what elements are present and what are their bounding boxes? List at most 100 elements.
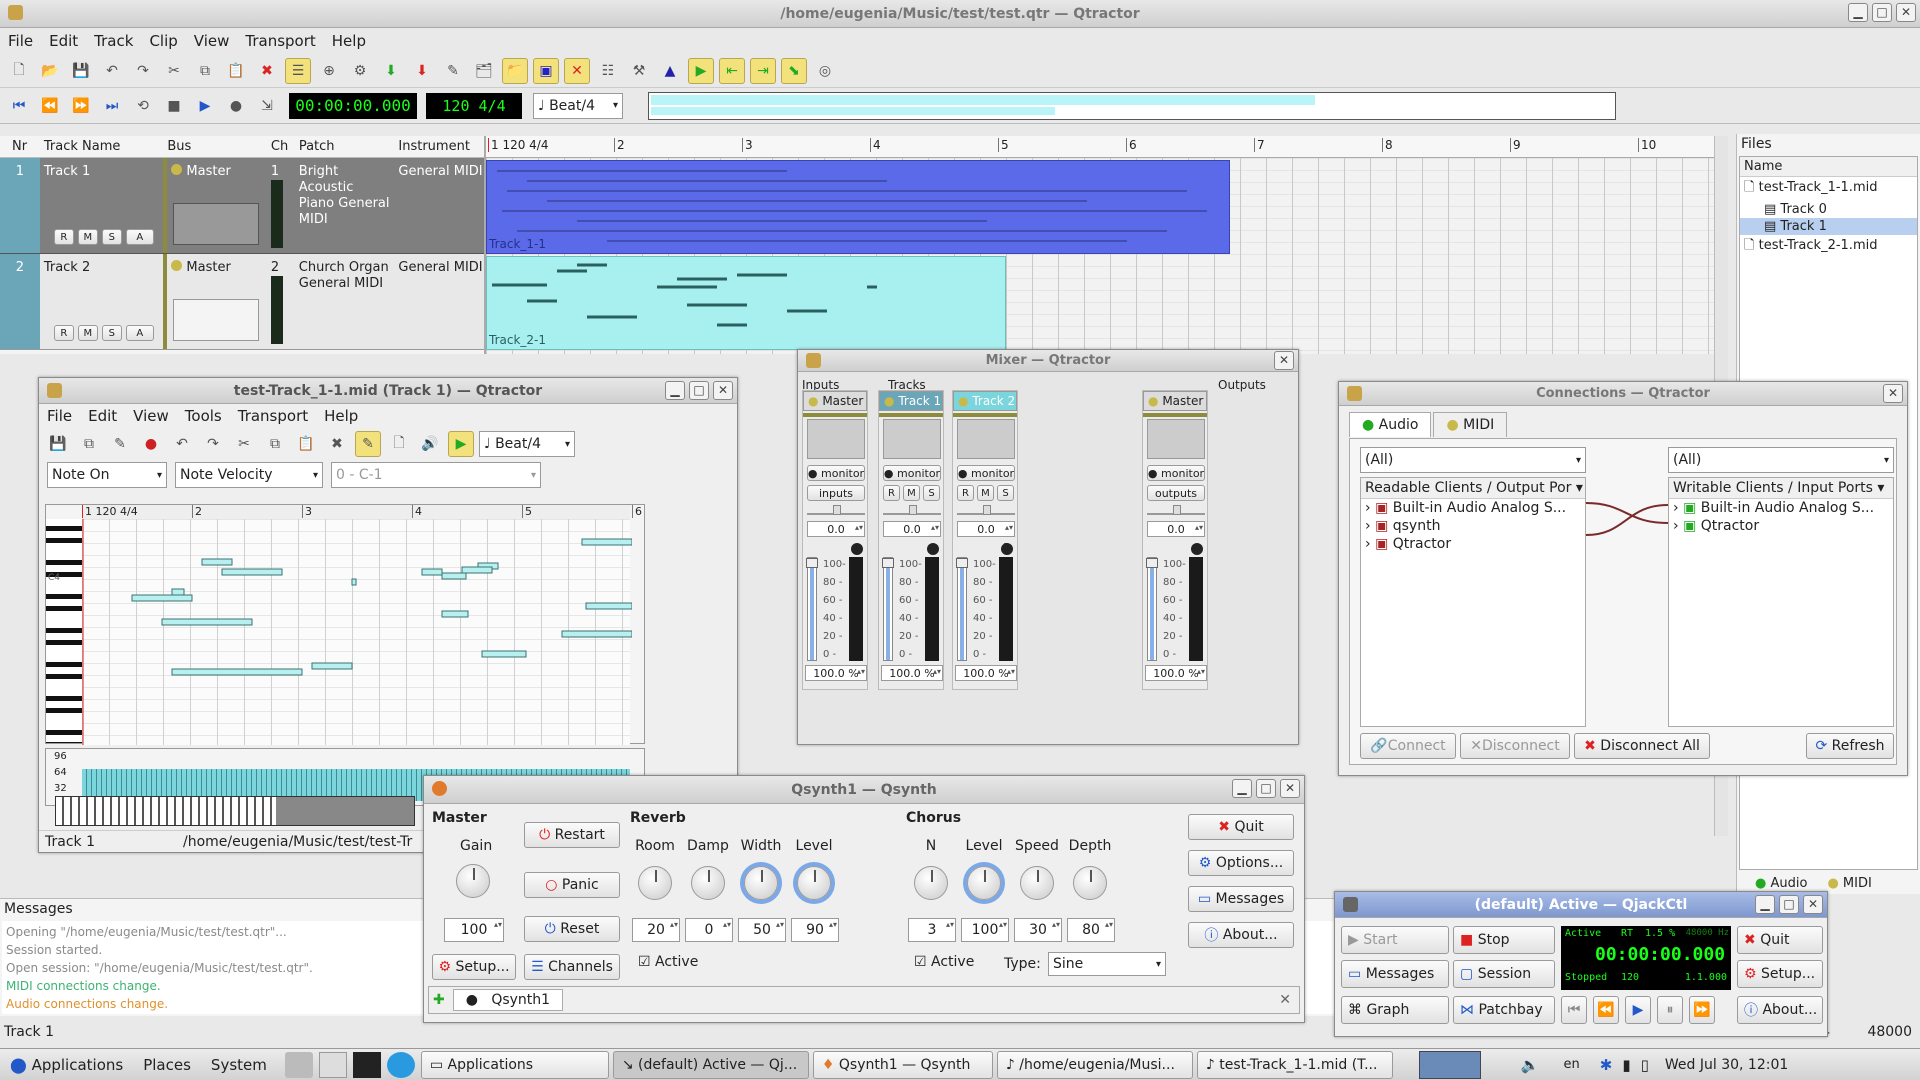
clip-new-icon[interactable]: ⬇: [378, 58, 404, 84]
file-item[interactable]: ▤ Track 1: [1740, 218, 1917, 235]
about-button[interactable]: ⓘ About...: [1737, 996, 1823, 1024]
close-button[interactable]: ✕: [1274, 351, 1294, 370]
strip-plugins[interactable]: [1147, 419, 1205, 459]
task-qjackctl[interactable]: ↘ (default) Active — Qj...: [612, 1050, 809, 1079]
midi-clip[interactable]: Track_1-1: [486, 160, 1230, 254]
loop-icon[interactable]: ⟲: [130, 93, 156, 119]
solo-button[interactable]: S: [101, 325, 122, 341]
piano-roll[interactable]: [82, 519, 632, 745]
track-row[interactable]: 1 Track 1 R M S A Master 1 Bright Acoust…: [0, 158, 484, 254]
pan-spinbox[interactable]: 0.0: [1147, 521, 1205, 537]
channels-button[interactable]: ☰ Channels: [524, 954, 620, 980]
col-ch[interactable]: Ch: [263, 139, 295, 154]
session-button[interactable]: ▢ Session: [1453, 960, 1555, 988]
launcher-browser-icon[interactable]: [386, 1051, 415, 1078]
launcher-files-icon[interactable]: [284, 1051, 313, 1078]
cut-icon[interactable]: ✂: [161, 58, 187, 84]
menu-track[interactable]: Track: [86, 32, 141, 50]
gain-percent-spinbox[interactable]: 100.0 %: [881, 665, 943, 681]
task-applications[interactable]: ▭ Applications: [420, 1050, 609, 1079]
files-tab-audio[interactable]: ● Audio: [1747, 876, 1815, 891]
time-display[interactable]: 00:00:00.000: [289, 92, 417, 119]
copy-icon[interactable]: ⧉: [262, 431, 288, 457]
editor-thumb-view[interactable]: [55, 796, 415, 826]
col-patch[interactable]: Patch: [295, 139, 395, 154]
setup-button[interactable]: ⚙ Setup...: [1737, 960, 1823, 988]
speaker-icon[interactable]: 🔊: [417, 431, 443, 457]
undo-icon[interactable]: ↶: [99, 58, 125, 84]
undo-icon[interactable]: ↶: [169, 431, 195, 457]
track-row[interactable]: 2 Track 2 R M S A Master 2 Church Organ …: [0, 254, 484, 350]
about-button[interactable]: ⓘ About...: [1188, 922, 1294, 948]
monitor-button[interactable]: ● monitor: [957, 465, 1015, 481]
maximize-button[interactable]: □: [1872, 3, 1892, 22]
writable-filter[interactable]: (All) ▾: [1668, 447, 1894, 473]
reverb-level-knob[interactable]: [797, 866, 831, 900]
refresh-button[interactable]: ⟳ Refresh: [1806, 733, 1894, 759]
rewind-button[interactable]: ⏮: [1561, 996, 1587, 1024]
mute-button[interactable]: M: [977, 485, 994, 501]
pan-slider[interactable]: [807, 505, 865, 515]
gain-fader[interactable]: [1146, 557, 1158, 661]
strip-plugins[interactable]: [883, 419, 941, 459]
workspace-switcher[interactable]: [1418, 1050, 1481, 1079]
editor-titlebar[interactable]: test-Track_1-1.mid (Track 1) — Qtractor …: [39, 378, 737, 404]
places-menu[interactable]: Places: [133, 1056, 201, 1074]
menu-transport[interactable]: Transport: [237, 32, 323, 50]
session-overview[interactable]: [648, 91, 1616, 120]
rewind-icon[interactable]: ⏪: [37, 93, 63, 119]
paste-icon[interactable]: 📋: [223, 58, 249, 84]
track-timeline[interactable]: 1 120 4/4 2 3 4 5 6 7 8 9 10 Track_1-1 T…: [486, 136, 1714, 354]
readable-client[interactable]: › ▣ Built-in Audio Analog S...: [1361, 499, 1585, 517]
fast-forward-icon[interactable]: ⏩: [68, 93, 94, 119]
gain-fader[interactable]: [882, 557, 894, 661]
minimize-button[interactable]: ▁: [1755, 895, 1775, 914]
connect-button[interactable]: 🔗 Connect: [1360, 733, 1456, 759]
chorus-level-knob[interactable]: [967, 866, 1001, 900]
maximize-button[interactable]: □: [1779, 895, 1799, 914]
pan-slider[interactable]: [1147, 505, 1205, 515]
keyboard-layout[interactable]: en: [1564, 1057, 1580, 1072]
record-arm-button[interactable]: R: [53, 229, 74, 245]
bus-connect-button[interactable]: inputs: [807, 485, 865, 501]
menu-edit[interactable]: Edit: [41, 32, 86, 50]
readable-filter[interactable]: (All) ▾: [1360, 447, 1586, 473]
editor-ruler[interactable]: 1 120 4/4 2 3 4 5 6: [82, 505, 642, 519]
writable-client[interactable]: › ▣ Built-in Audio Analog S...: [1669, 499, 1893, 517]
metronome-icon[interactable]: ⚒: [626, 58, 652, 84]
file-item[interactable]: 🗋 test-Track_1-1.mid: [1740, 177, 1917, 201]
follow-icon[interactable]: ▶: [448, 431, 474, 457]
reverb-room-spinbox[interactable]: 20: [632, 918, 680, 942]
reverb-level-spinbox[interactable]: 90: [791, 918, 839, 942]
connections-titlebar[interactable]: Connections — Qtractor ✕: [1339, 382, 1907, 406]
automation-button[interactable]: A: [125, 325, 154, 341]
applications-menu[interactable]: ⬤ Applications: [0, 1056, 133, 1074]
mute-button[interactable]: M: [903, 485, 920, 501]
main-titlebar[interactable]: /home/eugenia/Music/test/test.qtr — Qtra…: [0, 0, 1920, 28]
col-track-name[interactable]: Track Name: [40, 139, 163, 154]
gain-percent-spinbox[interactable]: 100.0 %: [805, 665, 867, 681]
col-instrument[interactable]: Instrument: [394, 139, 484, 154]
panic-button[interactable]: ○ Panic: [524, 872, 620, 898]
launcher-terminal-icon[interactable]: [352, 1051, 381, 1078]
monitor-button[interactable]: ● monitor: [1147, 465, 1205, 481]
menu-help[interactable]: Help: [324, 32, 374, 50]
record-arm-button[interactable]: R: [53, 325, 74, 341]
engine-tab[interactable]: ● Qsynth1: [452, 989, 564, 1011]
strip-plugins[interactable]: [957, 419, 1015, 459]
note-select[interactable]: 0 - C-1 ▾: [331, 462, 541, 488]
stop-button[interactable]: ■ Stop: [1453, 926, 1555, 954]
reverb-width-knob[interactable]: [744, 866, 778, 900]
files-tab-midi[interactable]: ● MIDI: [1819, 876, 1879, 891]
menu-file[interactable]: File: [39, 407, 80, 425]
messages-button[interactable]: ▭ Messages: [1188, 886, 1294, 912]
chorus-depth-spinbox[interactable]: 80: [1067, 918, 1115, 942]
redo-icon[interactable]: ↷: [200, 431, 226, 457]
tempo-display[interactable]: 120 4/4: [426, 92, 522, 119]
timeline-ruler[interactable]: 1 120 4/4 2 3 4 5 6 7 8 9 10: [486, 136, 1714, 158]
new-icon[interactable]: 🗋: [6, 58, 32, 84]
qsynth-titlebar[interactable]: Qsynth1 — Qsynth ▁ □ ✕: [424, 776, 1304, 804]
task-qsynth[interactable]: ♦ Qsynth1 — Qsynth: [812, 1050, 993, 1079]
launcher-editor-icon[interactable]: [318, 1051, 347, 1078]
minimize-button[interactable]: ▁: [1848, 3, 1868, 22]
